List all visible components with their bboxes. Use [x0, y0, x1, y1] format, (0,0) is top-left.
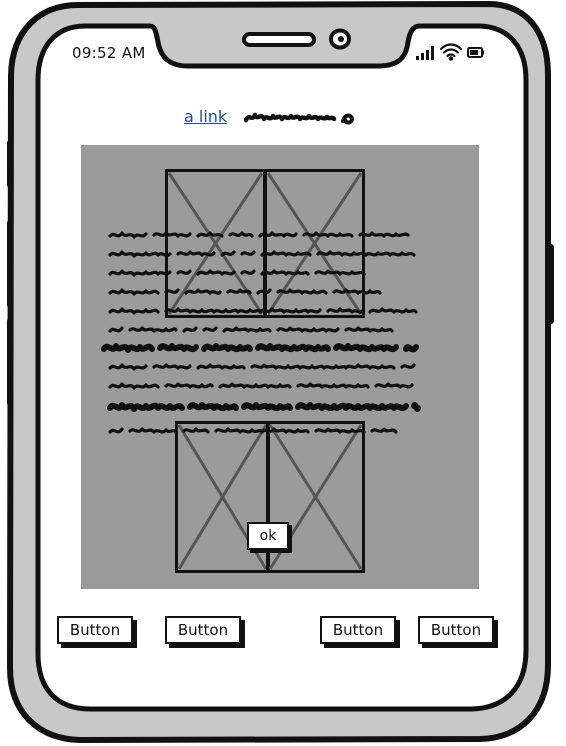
header-scribble-text: [244, 112, 355, 125]
wifi-icon: [439, 43, 463, 61]
image-placeholder-bottom-left: [175, 421, 270, 573]
text-line: [108, 250, 416, 258]
status-icons: [414, 42, 488, 62]
text-line-bold: [101, 343, 419, 353]
text-line: [108, 288, 382, 296]
text-line: [108, 269, 366, 277]
image-placeholder-bottom-right: [266, 421, 365, 573]
scribbled-body-text: [101, 231, 421, 434]
bottom-button-4[interactable]: Button: [418, 616, 494, 644]
signal-icon: [416, 46, 434, 60]
text-line: [108, 231, 410, 239]
text-line: [108, 326, 394, 333]
text-line: [108, 427, 398, 434]
text-line: [108, 363, 416, 371]
status-time: 09:52 AM: [72, 44, 146, 62]
battery-icon: [467, 47, 484, 58]
text-line: [108, 307, 418, 315]
bottom-button-1[interactable]: Button: [57, 616, 133, 644]
bottom-button-3[interactable]: Button: [320, 616, 396, 644]
text-line: [108, 382, 414, 390]
text-line-bold: [107, 402, 421, 412]
ok-button[interactable]: ok: [247, 522, 289, 550]
header-link[interactable]: a link: [184, 107, 227, 126]
bottom-button-2[interactable]: Button: [165, 616, 241, 644]
